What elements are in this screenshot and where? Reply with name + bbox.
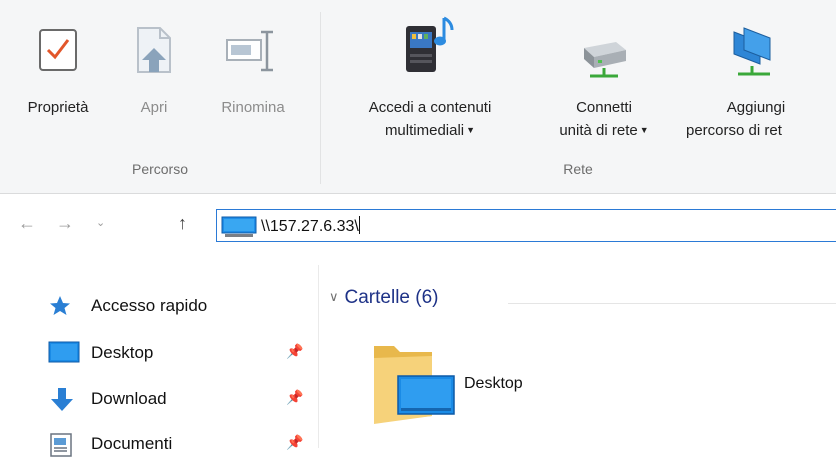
- map-network-drive-label-line2-wrap: unità di rete ▼: [534, 120, 674, 141]
- sidebar-item-label: Desktop: [91, 343, 154, 362]
- add-network-location-label-line1: Aggiungi: [726, 99, 786, 116]
- up-arrow-icon[interactable]: ↑: [178, 213, 187, 234]
- back-arrow-icon[interactable]: ←: [18, 213, 36, 234]
- group-label-rete: Rete: [563, 161, 593, 177]
- pin-icon[interactable]: 📌: [286, 389, 303, 406]
- media-server-icon: [406, 16, 454, 72]
- add-network-location-label-line2: percorso di ret: [686, 122, 782, 139]
- folder-label: Desktop: [464, 375, 523, 392]
- rename-icon: [226, 30, 273, 72]
- star-icon: [50, 296, 70, 315]
- collapse-chevron-icon[interactable]: ∨: [329, 289, 339, 304]
- address-input-value[interactable]: \\157.27.6.33\: [261, 218, 359, 235]
- text-cursor: [358, 216, 360, 234]
- address-text-wrap: \\157.27.6.33\: [261, 216, 360, 236]
- address-bar[interactable]: \\157.27.6.33\: [216, 209, 836, 242]
- properties-label: Proprietà: [27, 99, 89, 116]
- map-network-drive-label-line1: Connetti: [576, 99, 632, 116]
- properties-checkbox-icon: [39, 29, 77, 71]
- section-divider: [508, 303, 836, 304]
- open-document-icon: [137, 27, 171, 73]
- pin-icon[interactable]: 📌: [286, 343, 303, 360]
- rename-label: Rinomina: [221, 99, 285, 116]
- desktop-icon: [48, 341, 80, 363]
- sidebar-item-quick-access[interactable]: Accesso rapido: [48, 290, 310, 322]
- media-access-button[interactable]: Accedi a contenuti multimediali ▼: [330, 0, 530, 150]
- sidebar-item-download[interactable]: Download 📌: [48, 383, 310, 415]
- folder-item-desktop[interactable]: Desktop: [372, 340, 572, 430]
- properties-button[interactable]: Proprietà: [8, 0, 108, 150]
- network-location-icon: [733, 27, 771, 76]
- map-network-drive-label-line2: unità di rete: [559, 122, 638, 139]
- pane-divider[interactable]: [318, 265, 319, 448]
- open-label: Apri: [140, 99, 168, 116]
- computer-icon: [221, 216, 257, 237]
- media-access-label-line2: multimediali: [384, 122, 465, 139]
- group-label-percorso: Percorso: [131, 161, 189, 177]
- folders-section-header[interactable]: ∨ Cartelle (6): [329, 287, 439, 309]
- group-divider: [320, 12, 321, 184]
- recent-locations-chevron-icon[interactable]: ⌄: [96, 216, 105, 229]
- forward-arrow-icon[interactable]: →: [56, 213, 74, 234]
- pin-icon[interactable]: 📌: [286, 434, 303, 451]
- sidebar-item-desktop[interactable]: Desktop 📌: [48, 337, 310, 369]
- sidebar-item-documents[interactable]: Documenti 📌: [48, 428, 310, 460]
- sidebar-item-label: Download: [91, 389, 167, 408]
- media-access-label-line1: Accedi a contenuti: [368, 99, 492, 116]
- network-drive-icon: [584, 42, 626, 78]
- add-network-location-button[interactable]: Aggiungi percorso di ret: [676, 0, 836, 150]
- sidebar-item-label: Documenti: [91, 434, 173, 453]
- ribbon: Proprietà Apri Rinomina Percorso Accedi …: [0, 0, 836, 194]
- dropdown-caret-icon: ▼: [639, 125, 649, 135]
- dropdown-caret-icon: ▼: [466, 125, 476, 135]
- desktop-folder-icon: [374, 346, 455, 424]
- sidebar-item-label: Accesso rapido: [91, 296, 208, 315]
- open-button[interactable]: Apri: [124, 0, 184, 150]
- section-title: Cartelle (6): [344, 287, 439, 308]
- download-arrow-icon: [51, 388, 73, 411]
- rename-button[interactable]: Rinomina: [198, 0, 308, 150]
- map-network-drive-button[interactable]: Connetti unità di rete ▼: [534, 0, 674, 150]
- documents-icon: [50, 433, 72, 457]
- media-access-label-line2-wrap: multimediali ▼: [330, 120, 530, 141]
